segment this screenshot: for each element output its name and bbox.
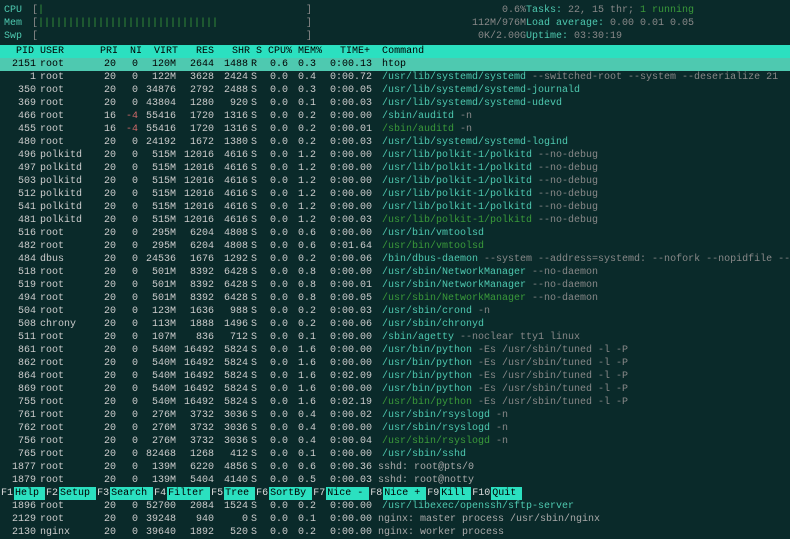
- cpu-label: CPU: [4, 4, 32, 17]
- table-row[interactable]: 1896root2005270020841524S0.00.20:00.00 /…: [0, 500, 790, 513]
- flabel-help[interactable]: Help: [14, 487, 45, 500]
- table-row[interactable]: 482root200295M62044808S0.00.60:01.64 /us…: [0, 240, 790, 253]
- mem-bar: ||||||||||||||||||||||||||||||: [38, 18, 218, 29]
- table-row[interactable]: 455root16-45541617201316S0.00.20:00.01 /…: [0, 123, 790, 136]
- table-row[interactable]: 519root200501M83926428S0.00.80:00.01 /us…: [0, 279, 790, 292]
- table-row[interactable]: 1root200122M36282424S0.00.40:00.72 /usr/…: [0, 71, 790, 84]
- swp-val: 0K/2.00G: [456, 30, 526, 43]
- cpu-meter: CPU [|] 0.6%: [4, 4, 526, 17]
- footer: F1HelpF2SetupF3SearchF4FilterF5TreeF6Sor…: [0, 487, 790, 500]
- table-row[interactable]: 2129root200392489400S0.00.10:00.00 nginx…: [0, 513, 790, 526]
- fkey-f6[interactable]: F6: [255, 487, 269, 500]
- flabel-nice -[interactable]: Nice -: [326, 487, 369, 500]
- table-row[interactable]: 755root200540M164925824S0.01.60:02.19 /u…: [0, 396, 790, 409]
- table-row[interactable]: 369root200438041280920S0.00.10:00.03 /us…: [0, 97, 790, 110]
- mem-meter: Mem [||||||||||||||||||||||||||||||] 112…: [4, 17, 526, 30]
- table-row[interactable]: 864root200540M164925824S0.01.60:02.09 /u…: [0, 370, 790, 383]
- flabel-setup[interactable]: Setup: [59, 487, 96, 500]
- table-row[interactable]: 756root200276M37323036S0.00.40:00.04 /us…: [0, 435, 790, 448]
- swp-label: Swp: [4, 30, 32, 43]
- flabel-search[interactable]: Search: [110, 487, 153, 500]
- swp-meter: Swp [] 0K/2.00G: [4, 30, 526, 43]
- header: CPU [|] 0.6% Mem [||||||||||||||||||||||…: [0, 0, 790, 45]
- cpu-pct: 0.6%: [456, 4, 526, 17]
- load-line: Load average: 0.00 0.01 0.05: [526, 17, 786, 30]
- table-row[interactable]: 503polkitd200515M120164616S0.01.20:00.00…: [0, 175, 790, 188]
- table-row[interactable]: 518root200501M83926428S0.00.80:00.00 /us…: [0, 266, 790, 279]
- table-row[interactable]: 516root200295M62044808S0.00.60:00.00 /us…: [0, 227, 790, 240]
- tasks-line: Tasks: 22, 15 thr; 1 running: [526, 4, 786, 17]
- table-row[interactable]: 512polkitd200515M120164616S0.01.20:00.00…: [0, 188, 790, 201]
- table-row[interactable]: 1879root200139M54044140S0.00.50:00.03 ss…: [0, 474, 790, 487]
- cpu-bar: |: [38, 5, 44, 16]
- mem-val: 112M/976M: [456, 17, 526, 30]
- table-row[interactable]: 480root2002419216721380S0.00.20:00.03 /u…: [0, 136, 790, 149]
- flabel-tree[interactable]: Tree: [224, 487, 255, 500]
- table-row[interactable]: 2151root200120M26441488R0.60.30:00.13 ht…: [0, 58, 790, 71]
- fkey-f3[interactable]: F3: [96, 487, 110, 500]
- summary: Tasks: 22, 15 thr; 1 running Load averag…: [526, 4, 786, 43]
- table-row[interactable]: 2130nginx200396401892520S0.00.20:00.00 n…: [0, 526, 790, 539]
- table-row[interactable]: 484dbus2002453616761292S0.00.20:00.06 /b…: [0, 253, 790, 266]
- flabel-kill[interactable]: Kill: [440, 487, 471, 500]
- fkey-f7[interactable]: F7: [312, 487, 326, 500]
- table-row[interactable]: 508chrony200113M18881496S0.00.20:00.06 /…: [0, 318, 790, 331]
- fkey-f2[interactable]: F2: [45, 487, 59, 500]
- table-row[interactable]: 861root200540M164925824S0.01.60:00.00 /u…: [0, 344, 790, 357]
- table-row[interactable]: 494root200501M83926428S0.00.80:00.05 /us…: [0, 292, 790, 305]
- table-row[interactable]: 765root200824681268412S0.00.10:00.00 /us…: [0, 448, 790, 461]
- table-row[interactable]: 511root200107M836712S0.00.10:00.00 /sbin…: [0, 331, 790, 344]
- table-row[interactable]: 869root200540M164925824S0.01.60:00.00 /u…: [0, 383, 790, 396]
- table-row[interactable]: 862root200540M164925824S0.01.60:00.00 /u…: [0, 357, 790, 370]
- column-header[interactable]: PID USER PRI NI VIRT RES SHR S CPU% MEM%…: [0, 45, 790, 58]
- fkey-f8[interactable]: F8: [369, 487, 383, 500]
- fkey-f5[interactable]: F5: [210, 487, 224, 500]
- fkey-f10[interactable]: F10: [471, 487, 491, 500]
- fkey-f9[interactable]: F9: [426, 487, 440, 500]
- table-row[interactable]: 761root200276M37323036S0.00.40:00.02 /us…: [0, 409, 790, 422]
- table-row[interactable]: 762root200276M37323036S0.00.40:00.00 /us…: [0, 422, 790, 435]
- table-row[interactable]: 350root2003487627922488S0.00.30:00.05 /u…: [0, 84, 790, 97]
- table-row[interactable]: 496polkitd200515M120164616S0.01.20:00.00…: [0, 149, 790, 162]
- flabel-nice +[interactable]: Nice +: [383, 487, 426, 500]
- flabel-sortby[interactable]: SortBy: [269, 487, 312, 500]
- table-row[interactable]: 466root16-45541617201316S0.00.20:00.00 /…: [0, 110, 790, 123]
- process-list[interactable]: 2151root200120M26441488R0.60.30:00.13 ht…: [0, 58, 790, 539]
- table-row[interactable]: 504root200123M1636988S0.00.20:00.03 /usr…: [0, 305, 790, 318]
- fkey-f1[interactable]: F1: [0, 487, 14, 500]
- table-row[interactable]: 497polkitd200515M120164616S0.01.20:00.00…: [0, 162, 790, 175]
- table-row[interactable]: 481polkitd200515M120164616S0.01.20:00.03…: [0, 214, 790, 227]
- flabel-quit[interactable]: Quit: [491, 487, 522, 500]
- fkey-f4[interactable]: F4: [153, 487, 167, 500]
- flabel-filter[interactable]: Filter: [167, 487, 210, 500]
- uptime-line: Uptime: 03:30:19: [526, 30, 786, 43]
- mem-label: Mem: [4, 17, 32, 30]
- table-row[interactable]: 541polkitd200515M120164616S0.01.20:00.00…: [0, 201, 790, 214]
- table-row[interactable]: 1877root200139M62204856S0.00.60:00.36 ss…: [0, 461, 790, 474]
- meters: CPU [|] 0.6% Mem [||||||||||||||||||||||…: [4, 4, 526, 43]
